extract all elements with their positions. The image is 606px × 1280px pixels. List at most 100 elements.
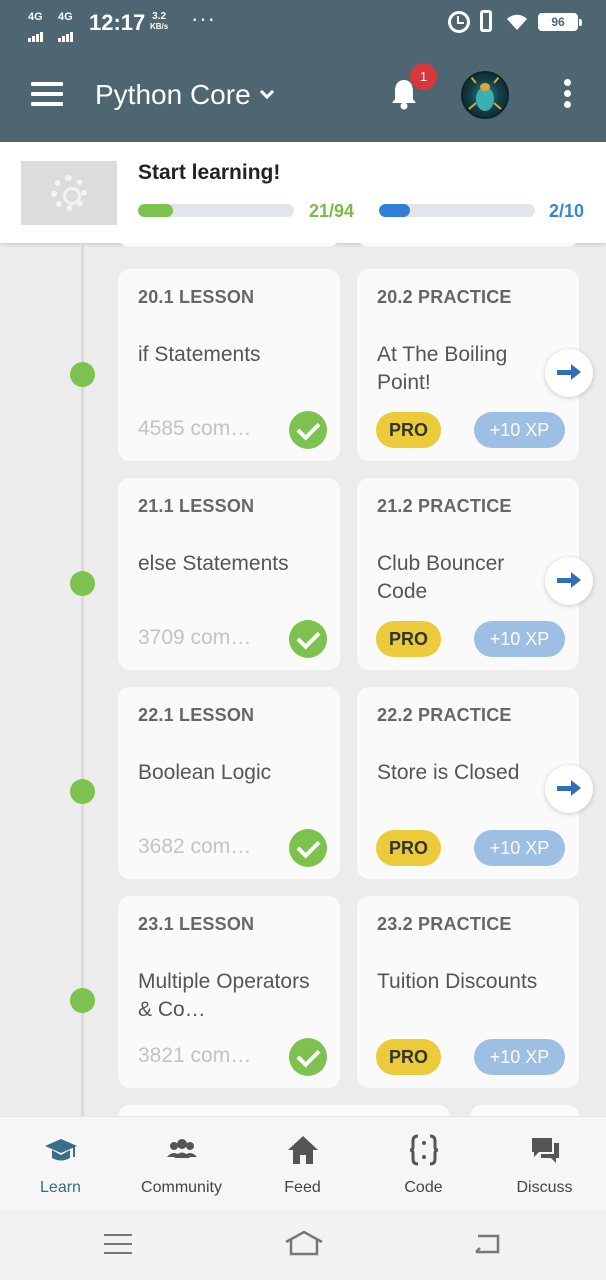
lesson-timeline[interactable]: 20.1 LESSON if Statements 4585 comments … — [0, 243, 606, 1116]
lesson-title: Boolean Logic — [138, 761, 272, 784]
network-type-1: 4G — [28, 11, 43, 23]
lesson-number: 20.1 LESSON — [138, 287, 255, 307]
practice-card[interactable]: 23.2 PRACTICE Tuition Discounts PRO +10 … — [357, 896, 579, 1088]
lessons-progress-bar — [138, 204, 294, 217]
lesson-comments: 3709 comments — [138, 626, 268, 649]
battery-icon: 96 — [538, 13, 582, 31]
practice-number: 23.2 PRACTICE — [377, 914, 512, 934]
practice-progress-bar — [379, 204, 535, 217]
lesson-card[interactable]: 22.1 LESSON Boolean Logic 3682 comments — [118, 687, 340, 879]
vibrate-icon — [480, 10, 492, 32]
arrow-right-icon — [557, 780, 581, 796]
home-icon — [288, 1136, 318, 1164]
tab-code[interactable]: Code — [363, 1117, 484, 1211]
gear-icon — [51, 175, 87, 211]
lesson-title: if Statements — [138, 343, 261, 366]
practice-number: 22.2 PRACTICE — [377, 705, 512, 725]
practice-title: Club Bouncer Code — [377, 552, 505, 603]
timeline-node — [70, 779, 95, 804]
people-icon — [167, 1139, 197, 1158]
check-icon — [289, 411, 327, 449]
previous-lesson-card[interactable] — [118, 243, 340, 247]
practice-progress-count: 2/10 — [549, 201, 585, 221]
tab-feed[interactable]: Feed — [242, 1117, 363, 1211]
timeline-node — [70, 988, 95, 1013]
bottom-navigation: Learn Community Feed Code Discuss — [0, 1116, 606, 1210]
app-bar: Python Core 1 — [0, 46, 606, 142]
practice-title: At The Boiling Point! — [377, 343, 508, 394]
avatar[interactable] — [461, 71, 509, 119]
lesson-comments: 4585 comments — [138, 417, 268, 440]
clock: 12:17 — [89, 10, 146, 35]
open-practice-button[interactable] — [545, 557, 593, 605]
tab-community-label: Community — [141, 1179, 222, 1196]
lesson-comments: 3821 comments — [138, 1044, 268, 1067]
pro-badge: PRO — [376, 621, 441, 657]
tab-feed-label: Feed — [284, 1179, 321, 1196]
braces-icon — [409, 1134, 439, 1166]
network-type-2: 4G — [58, 11, 73, 23]
practice-number: 21.2 PRACTICE — [377, 496, 512, 516]
timeline-node — [70, 571, 95, 596]
chat-bubbles-icon — [532, 1138, 559, 1163]
chevron-down-icon[interactable] — [259, 84, 275, 100]
tab-learn[interactable]: Learn — [0, 1117, 121, 1211]
signal-icon-2 — [58, 24, 74, 42]
timeline-node — [70, 362, 95, 387]
beetle-avatar-icon — [468, 76, 502, 111]
xp-badge: +10 XP — [474, 1039, 565, 1075]
recent-apps-icon[interactable] — [104, 1234, 132, 1261]
open-practice-button[interactable] — [545, 765, 593, 813]
lesson-title: Multiple Operators & Co… — [138, 970, 310, 1021]
status-bar: 4G 4G 12:17 3.2 KB/s ··· 96 — [0, 0, 606, 46]
tab-discuss[interactable]: Discuss — [484, 1117, 605, 1211]
alarm-icon — [448, 11, 470, 33]
tab-discuss-label: Discuss — [516, 1179, 573, 1196]
practice-title: Store is Closed — [377, 761, 520, 784]
xp-badge: +10 XP — [474, 621, 565, 657]
previous-practice-card[interactable] — [357, 243, 579, 247]
network-speed-unit: KB/s — [150, 22, 169, 31]
check-icon — [289, 620, 327, 658]
xp-badge: +10 XP — [474, 412, 565, 448]
notification-badge[interactable]: 1 — [410, 63, 437, 90]
menu-icon[interactable] — [31, 82, 63, 106]
lesson-card[interactable]: 23.1 LESSON Multiple Operators & Co… 382… — [118, 896, 340, 1088]
next-practice-card[interactable] — [470, 1105, 579, 1116]
graduation-cap-icon — [45, 1139, 77, 1161]
course-selector[interactable]: Python Core — [95, 79, 251, 111]
network-speed: 3.2 KB/s — [150, 12, 168, 32]
arrow-right-icon — [557, 572, 581, 588]
network-speed-value: 3.2 — [152, 11, 167, 22]
lesson-title: else Statements — [138, 552, 289, 575]
more-notifications-icon: ··· — [191, 6, 216, 31]
start-learning-title: Start learning! — [138, 161, 281, 184]
lesson-number: 23.1 LESSON — [138, 914, 255, 934]
check-icon — [289, 1038, 327, 1076]
lesson-card[interactable]: 20.1 LESSON if Statements 4585 comments — [118, 269, 340, 461]
back-icon[interactable] — [472, 1232, 502, 1256]
lesson-comments: 3682 comments — [138, 835, 268, 858]
course-progress-card: Start learning! 21/94 2/10 — [0, 142, 606, 243]
arrow-right-icon — [557, 364, 581, 380]
wifi-icon — [507, 14, 527, 30]
pro-badge: PRO — [376, 412, 441, 448]
tab-code-label: Code — [404, 1179, 443, 1196]
signal-icon-1 — [28, 24, 44, 42]
open-practice-button[interactable] — [545, 349, 593, 397]
tab-community[interactable]: Community — [121, 1117, 242, 1211]
lesson-number: 21.1 LESSON — [138, 496, 255, 516]
lesson-card[interactable]: 21.1 LESSON else Statements 3709 comment… — [118, 478, 340, 670]
home-button-icon[interactable] — [284, 1228, 324, 1258]
lessons-progress-count: 21/94 — [309, 201, 355, 221]
more-options-icon[interactable] — [564, 79, 572, 112]
xp-badge: +10 XP — [474, 830, 565, 866]
practice-title: Tuition Discounts — [377, 970, 538, 993]
pro-badge: PRO — [376, 1039, 441, 1075]
practice-number: 20.2 PRACTICE — [377, 287, 512, 307]
lesson-number: 22.1 LESSON — [138, 705, 255, 725]
next-lesson-card[interactable] — [118, 1105, 450, 1116]
check-icon — [289, 829, 327, 867]
course-thumbnail — [21, 161, 117, 225]
system-navigation-bar — [0, 1210, 606, 1280]
